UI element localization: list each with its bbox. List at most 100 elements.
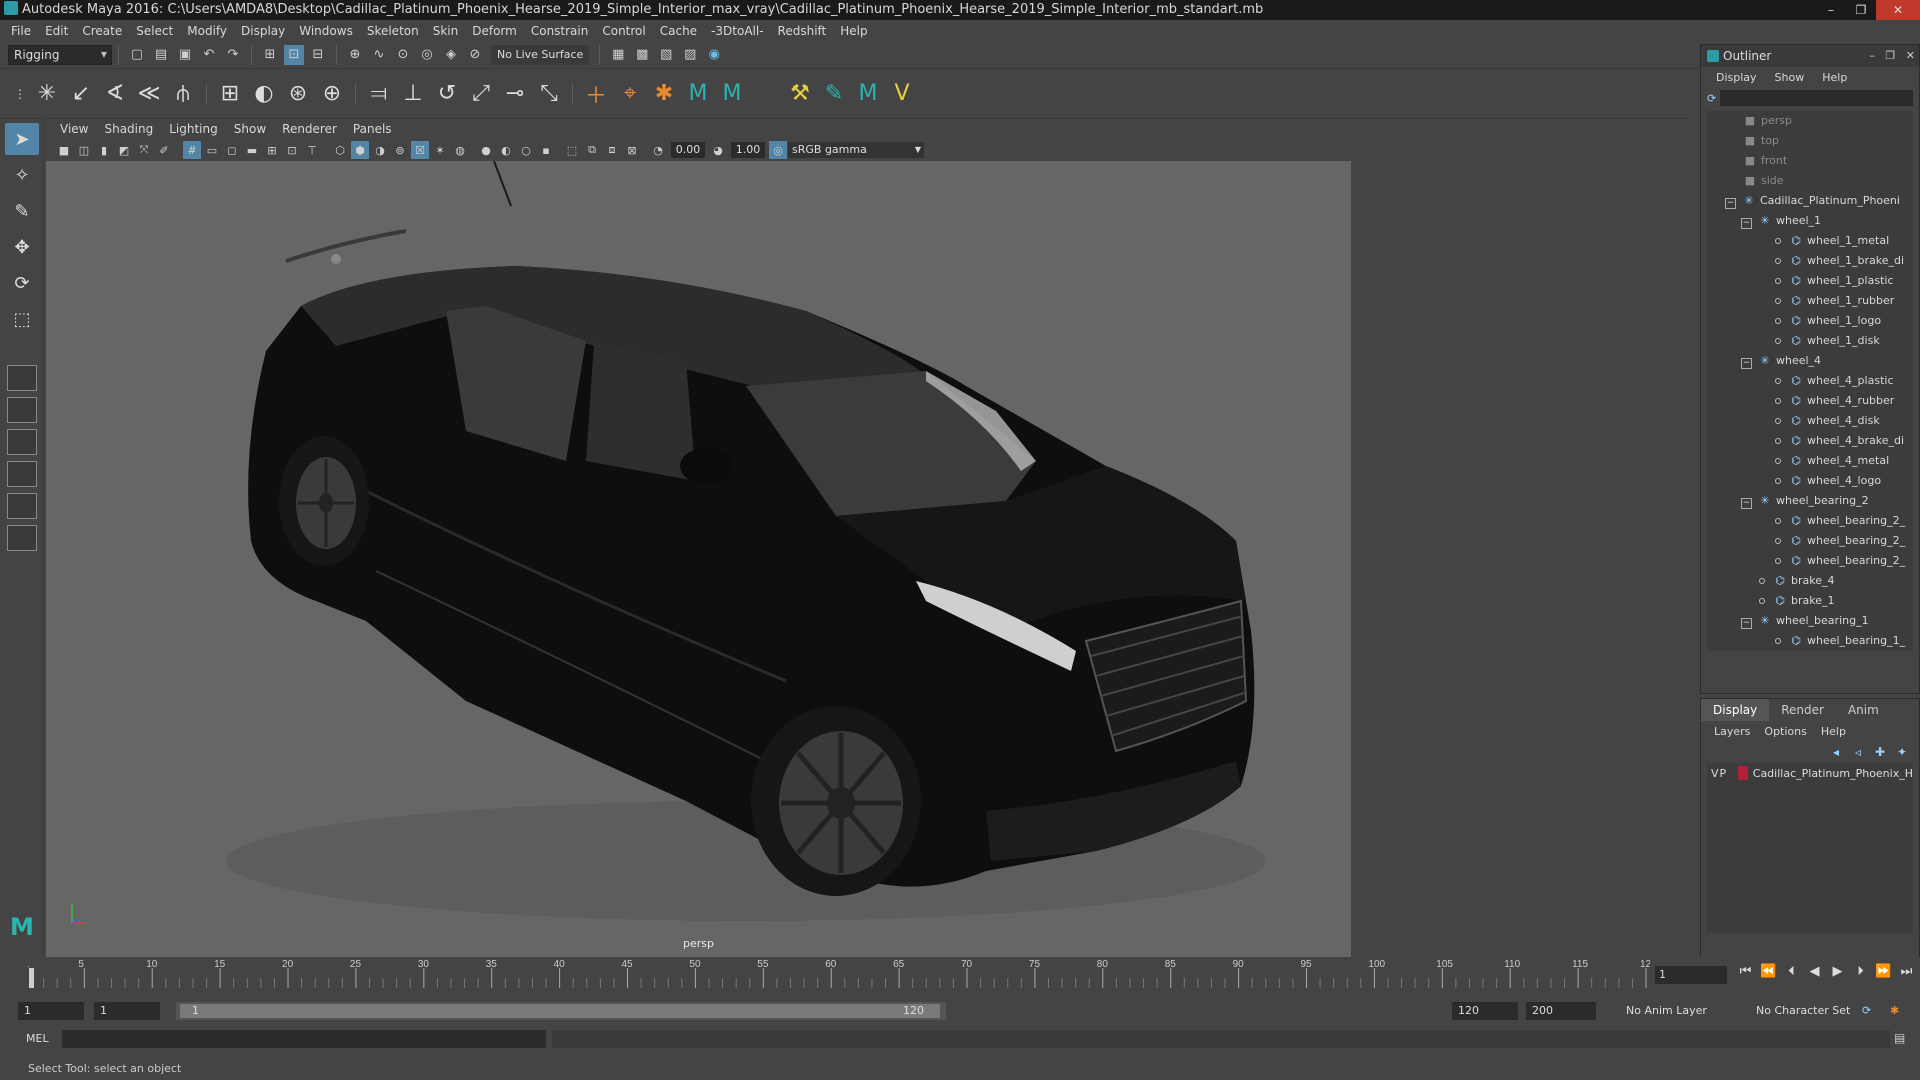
menu-redshift[interactable]: Redshift (771, 24, 834, 38)
bind-skin-icon[interactable]: ≪ (134, 79, 164, 109)
render-view-icon[interactable]: ◉ (704, 45, 724, 65)
textured-icon[interactable]: ⊚ (391, 141, 409, 159)
select-component-icon[interactable]: ⊟ (308, 45, 328, 65)
step-forward-key-icon[interactable]: ⏩ (1872, 964, 1895, 979)
time-ruler[interactable]: 1510152025303540455055606570758085909510… (28, 958, 1650, 988)
expand-toggle-icon[interactable]: − (1725, 198, 1736, 209)
layer-tab-anim[interactable]: Anim (1836, 699, 1891, 721)
select-object-icon[interactable]: ⊡ (284, 44, 304, 65)
v-script-icon[interactable]: V (887, 79, 917, 109)
outliner-item[interactable]: ⌬ wheel_bearing_2_ (1707, 511, 1913, 531)
layer-menu-layers[interactable]: Layers (1707, 725, 1757, 738)
character-set-dropdown[interactable]: No Character Set (1756, 1002, 1850, 1020)
playback-start-field[interactable]: 1 (94, 1002, 160, 1020)
shadows-icon[interactable]: ✶ (431, 141, 449, 159)
outliner-item[interactable]: ⌬ wheel_1_brake_di (1707, 251, 1913, 271)
safe-title-icon[interactable]: ⊤ (303, 141, 321, 159)
menu-skeleton[interactable]: Skeleton (360, 24, 426, 38)
shelf-toggle-icon[interactable]: ⋮ (12, 79, 28, 109)
close-icon[interactable]: ✕ (1876, 0, 1920, 20)
menu-select[interactable]: Select (129, 24, 180, 38)
outliner-item[interactable]: ⌬ wheel_4_disk (1707, 411, 1913, 431)
move-tool-icon[interactable]: ✥ (5, 231, 39, 263)
smooth-shade-icon[interactable]: ⬢ (351, 141, 369, 159)
camera-attr-icon[interactable]: ◫ (75, 141, 93, 159)
outliner-item[interactable]: − ✳ wheel_4 (1707, 351, 1913, 371)
locator-joint-icon[interactable]: ⌖ (615, 79, 645, 109)
step-back-key-icon[interactable]: ⏪ (1757, 964, 1780, 979)
depth-of-field-icon[interactable]: ○ (517, 141, 535, 159)
orient-constraint-icon[interactable]: ↺ (432, 79, 462, 109)
snap-point-icon[interactable]: ⊙ (393, 45, 413, 65)
preferences-icon[interactable]: ✱ (1890, 1002, 1899, 1020)
move-layer-up-icon[interactable]: ◂ (1825, 741, 1847, 763)
live-surface-field[interactable]: No Live Surface (491, 44, 590, 65)
menu-skin[interactable]: Skin (426, 24, 466, 38)
outliner-item[interactable]: − ✳ wheel_bearing_2 (1707, 491, 1913, 511)
layer-menu-options[interactable]: Options (1757, 725, 1813, 738)
command-input[interactable] (62, 1030, 546, 1048)
snap-grid-icon[interactable]: ⊕ (345, 45, 365, 65)
outliner-window-controls[interactable]: – ❐ ✕ (1869, 45, 1915, 67)
select-tool-icon[interactable]: ➤ (5, 123, 39, 155)
joint-tool-icon[interactable]: ✳ (32, 79, 62, 109)
auto-key-icon[interactable]: ⟳ (1862, 1002, 1871, 1020)
locator-icon[interactable]: ＋ (581, 79, 611, 109)
outliner-item[interactable]: ⌬ wheel_1_disk (1707, 331, 1913, 351)
new-layer-from-selection-icon[interactable]: ✦ (1891, 741, 1913, 763)
point-constraint-icon[interactable]: ⊥ (398, 79, 428, 109)
save-scene-icon[interactable]: ▣ (175, 45, 195, 65)
snap-view-icon[interactable]: ◎ (417, 45, 437, 65)
paint-select-icon[interactable]: ✎ (5, 195, 39, 227)
outliner-search-input[interactable] (1720, 90, 1913, 106)
scene-render[interactable] (46, 161, 1351, 957)
outliner-filter-icon[interactable]: ⟳ (1707, 92, 1716, 105)
expand-toggle-icon[interactable]: − (1741, 618, 1752, 629)
xray-icon[interactable]: ⬚ (563, 141, 581, 159)
menu-help[interactable]: Help (833, 24, 874, 38)
outliner-tree[interactable]: ■ persp ■ top ■ front ■ side − ✳ Cadillac_Platinum… (1707, 111, 1913, 651)
xray-joints-icon[interactable]: ⧉ (583, 141, 601, 159)
gamma-field[interactable]: 1.00 (731, 142, 765, 158)
undo-icon[interactable]: ↶ (199, 45, 219, 65)
menu-modify[interactable]: Modify (180, 24, 234, 38)
expand-toggle-icon[interactable]: − (1741, 218, 1752, 229)
scale-tool-icon[interactable]: ⬚ (5, 303, 39, 335)
outliner-item[interactable]: ⌬ wheel_1_metal (1707, 231, 1913, 251)
wireframe-on-shaded-icon[interactable]: ◑ (371, 141, 389, 159)
backface-icon[interactable]: ⊠ (623, 141, 641, 159)
isolate-select-icon[interactable]: ▪ (537, 141, 555, 159)
menu-3dtoall[interactable]: -3DtoAll- (704, 24, 770, 38)
motion-blur-icon[interactable]: ● (477, 141, 495, 159)
rig-tool-icon[interactable]: ⚒ (785, 79, 815, 109)
outliner-item[interactable]: ⌬ wheel_4_plastic (1707, 371, 1913, 391)
maya-script-icon[interactable]: M (683, 79, 713, 109)
outliner-item[interactable]: − ✳ wheel_1 (1707, 211, 1913, 231)
menu-deform[interactable]: Deform (465, 24, 524, 38)
outliner-layout-icon[interactable] (7, 461, 37, 487)
go-to-start-icon[interactable]: ⏮ (1734, 964, 1757, 979)
viewport-menu-panels[interactable]: Panels (345, 122, 400, 136)
ik-handle-icon[interactable]: ↙ (66, 79, 96, 109)
snap-curve-icon[interactable]: ∿ (369, 45, 389, 65)
current-frame-field[interactable]: 1 (1655, 966, 1727, 984)
select-hierarchy-icon[interactable]: ⊞ (260, 45, 280, 65)
redo-icon[interactable]: ↷ (223, 45, 243, 65)
maya-script-2-icon[interactable]: M (717, 79, 747, 109)
menu-display[interactable]: Display (234, 24, 292, 38)
viewport-menu-renderer[interactable]: Renderer (274, 122, 345, 136)
view-transform-dropdown[interactable]: sRGB gamma (788, 142, 924, 158)
paint-weights-icon[interactable]: ⫛ (168, 79, 198, 109)
viewport-panel[interactable]: View Shading Lighting Show Renderer Panels ■ … (46, 119, 1351, 957)
script-language-label[interactable]: MEL (26, 1030, 49, 1048)
outliner-menu-display[interactable]: Display (1707, 71, 1766, 84)
viewport-menu-view[interactable]: View (52, 122, 96, 136)
lattice-icon[interactable]: ⊞ (215, 79, 245, 109)
exposure-icon[interactable]: ◔ (649, 141, 667, 159)
snap-surface-icon[interactable]: ◈ (441, 45, 461, 65)
expand-toggle-icon[interactable]: − (1741, 498, 1752, 509)
menu-cache[interactable]: Cache (653, 24, 704, 38)
menu-set-dropdown[interactable]: Rigging (8, 44, 112, 65)
outliner-item[interactable]: − ✳ Cadillac_Platinum_Phoeni (1707, 191, 1913, 211)
layer-tab-render[interactable]: Render (1769, 699, 1836, 721)
